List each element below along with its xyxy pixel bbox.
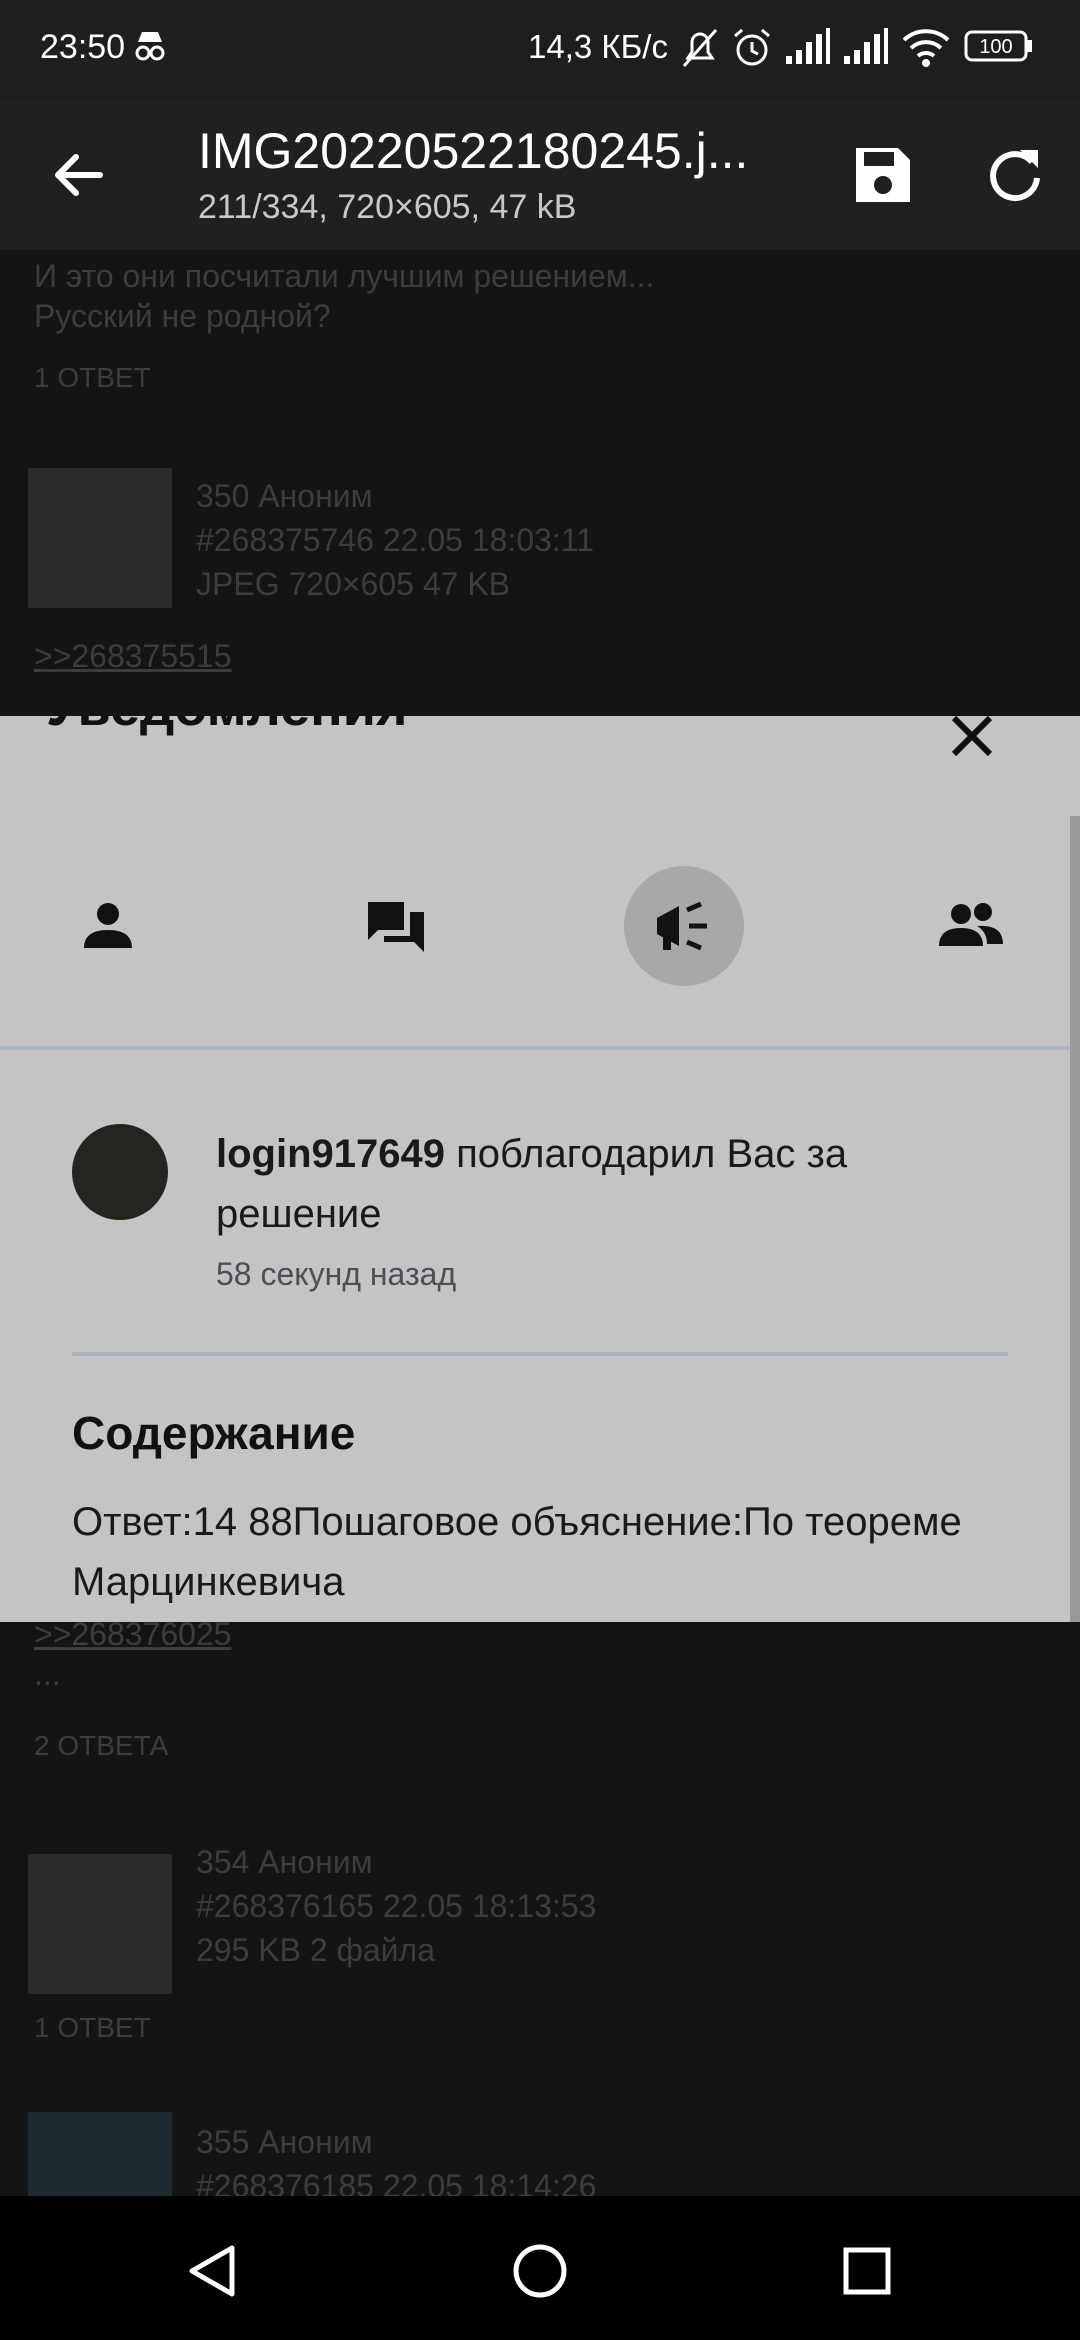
notification-time: 58 секунд назад	[216, 1256, 457, 1292]
notifications-header: Уведомления	[46, 716, 408, 738]
post-thumbnail[interactable]	[28, 1854, 172, 1994]
notification-text: login917649 поблагодарил Вас за решение	[216, 1124, 976, 1244]
home-circle-icon[interactable]	[505, 2236, 575, 2306]
wifi-icon	[902, 29, 950, 67]
status-bar: 23:50 14,3 КБ/с 100	[0, 0, 1080, 100]
content-body: Ответ:14 88Пошаговое объяснение:По теоре…	[72, 1500, 962, 1604]
person-icon	[58, 876, 158, 976]
post-header: 355 Аноним	[196, 2124, 373, 2160]
tabs-divider	[0, 1046, 1070, 1050]
close-icon	[951, 716, 993, 757]
file-title: IMG20220522180245.j...	[198, 123, 749, 179]
back-arrow-icon[interactable]	[44, 140, 114, 210]
post-thumbnail[interactable]	[28, 468, 172, 608]
post-id: #268375746 22.05 18:03:11	[196, 522, 595, 558]
reload-icon[interactable]	[982, 142, 1048, 208]
chat-icon	[346, 876, 446, 976]
ellipsis: ...	[34, 1656, 61, 1692]
post-text: Русский не родной?	[34, 298, 331, 334]
status-time: 23:50	[40, 28, 126, 66]
alarm-icon	[734, 28, 770, 66]
reply-link[interactable]: >>268375515	[34, 638, 232, 675]
post-header: 354 Аноним	[196, 1844, 373, 1880]
avatar	[72, 1124, 168, 1220]
bell-off-icon	[682, 29, 718, 67]
system-nav-bar	[0, 2196, 1080, 2340]
content-divider	[72, 1352, 1008, 1356]
battery-icon: 100	[964, 30, 1032, 62]
displayed-image: Уведомления	[0, 716, 1080, 1622]
signal-icon	[786, 28, 830, 64]
notification-tabs	[0, 866, 1070, 986]
recents-square-icon[interactable]	[832, 2236, 902, 2306]
network-speed: 14,3 КБ/с	[528, 28, 668, 65]
content-title: Содержание	[72, 1407, 356, 1459]
post-text: И это они посчитали лучшим решением...	[34, 258, 655, 294]
megaphone-icon	[624, 866, 744, 986]
incognito-icon	[135, 32, 165, 61]
post-file: 295 KB 2 файла	[196, 1932, 436, 1968]
save-icon[interactable]	[850, 142, 916, 208]
replies-count[interactable]: 2 ОТВЕТА	[34, 1730, 168, 1762]
post-id: #268376165 22.05 18:13:53	[196, 1888, 597, 1924]
scrollbar	[1070, 816, 1080, 1622]
replies-count[interactable]: 1 ОТВЕТ	[34, 362, 151, 394]
signal-icon	[844, 28, 888, 64]
post-header: 350 Аноним	[196, 478, 373, 514]
replies-count[interactable]: 1 ОТВЕТ	[34, 2012, 151, 2044]
notification-user: login917649	[216, 1132, 446, 1176]
group-icon	[922, 876, 1022, 976]
back-triangle-icon[interactable]	[178, 2236, 248, 2306]
post-file: JPEG 720×605 47 KB	[196, 566, 510, 602]
file-info: 211/334, 720×605, 47 kB	[198, 188, 577, 226]
battery-level: 100	[979, 36, 1012, 58]
image-viewer-toolbar: IMG20220522180245.j... 211/334, 720×605,…	[0, 100, 1080, 250]
